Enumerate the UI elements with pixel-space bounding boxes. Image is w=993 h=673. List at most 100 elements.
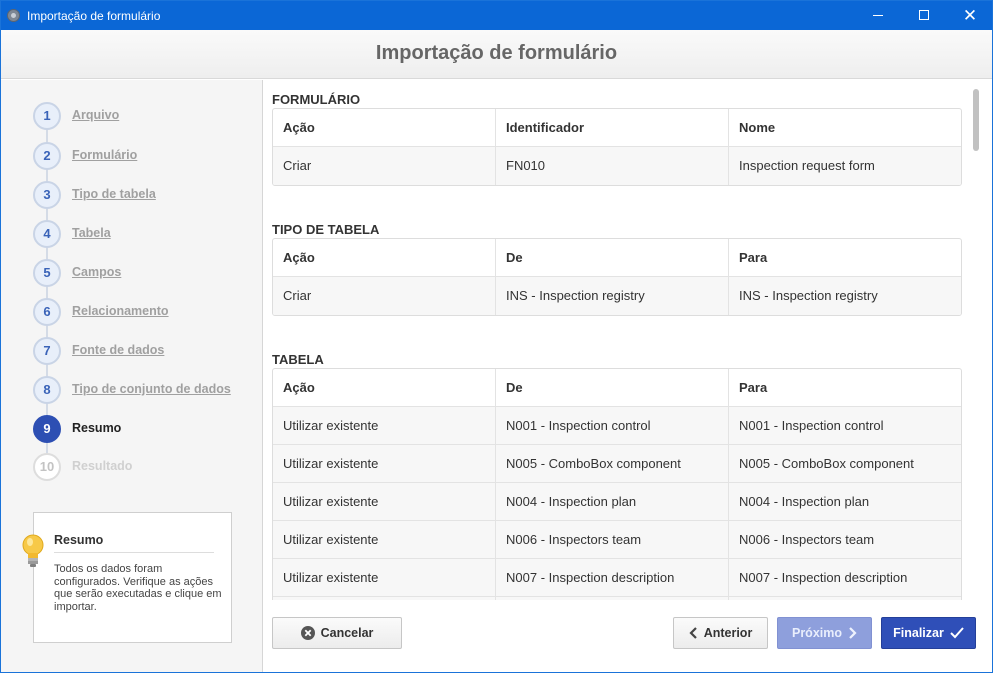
next-label: Próximo (791, 626, 842, 640)
checkmark-icon (950, 627, 964, 639)
maximize-icon (919, 10, 929, 20)
table-header-row: Ação De Para (273, 369, 961, 407)
table-cell: Inspection request form (728, 147, 961, 185)
close-button[interactable]: ✕ (947, 1, 993, 30)
column-header: Ação (283, 250, 315, 265)
step-number: 8 (33, 376, 61, 404)
table-row: Utilizar existente N006 - Inspectors tea… (273, 521, 961, 559)
step-label[interactable]: Relacionamento (72, 304, 169, 318)
cancel-icon (300, 625, 315, 640)
step-label: Resumo (72, 421, 122, 435)
table-cell: Utilizar existente (283, 494, 379, 509)
help-title: Resumo (54, 533, 104, 547)
column-header: Ação (283, 380, 315, 395)
step-number: 6 (33, 298, 61, 326)
minimize-icon (873, 15, 883, 16)
table-cell: Utilizar existente (283, 570, 379, 585)
wizard-footer: Cancelar Anterior Próximo Finalizar (264, 601, 992, 672)
table-cell: Utilizar existente (283, 456, 379, 471)
finish-label: Finalizar (893, 626, 944, 640)
table-cell: Utilizar existente (283, 532, 379, 547)
tipo-de-tabela-table: Ação De Para Criar INS - Inspection regi… (272, 238, 962, 316)
table-cell: FN010 (495, 147, 728, 185)
table-cell: N004 - Inspection plan (495, 483, 728, 521)
table-cell: Criar (283, 288, 312, 303)
column-header: Para (728, 239, 961, 277)
chevron-right-icon (849, 626, 857, 639)
table-cell: INS - Inspection registry (495, 277, 728, 315)
step-number: 1 (33, 102, 61, 130)
table-row: Utilizar existente N001 - Inspection con… (273, 407, 961, 445)
table-row: Criar INS - Inspection registry INS - In… (273, 277, 961, 315)
section-title-tipo-de-tabela: TIPO DE TABELA (272, 222, 380, 237)
maximize-button[interactable] (901, 1, 947, 30)
table-cell: N006 - Inspectors team (728, 521, 961, 559)
help-panel: Resumo Todos os dados foram configurados… (33, 512, 232, 643)
table-header-row: Ação Identificador Nome (273, 109, 961, 147)
previous-button[interactable]: Anterior (673, 617, 768, 649)
next-button: Próximo (777, 617, 872, 649)
step-number: 7 (33, 337, 61, 365)
finish-button[interactable]: Finalizar (881, 617, 976, 649)
table-cell: N007 - Inspection description (495, 559, 728, 597)
help-text: Todos os dados foram configurados. Verif… (54, 563, 222, 613)
table-cell (728, 597, 961, 600)
content-scrollbar[interactable] (973, 89, 979, 151)
import-form-window: Importação de formulário ✕ Importação de… (0, 0, 993, 673)
formulario-table: Ação Identificador Nome Criar FN010 Insp… (272, 108, 962, 186)
table-cell: N007 - Inspection description (728, 559, 961, 597)
close-icon: ✕ (962, 6, 978, 25)
column-header: De (495, 239, 728, 277)
table-cell (273, 597, 495, 600)
step-label[interactable]: Formulário (72, 148, 137, 162)
step-number: 2 (33, 142, 61, 170)
table-cell: N004 - Inspection plan (728, 483, 961, 521)
section-title-formulario: FORMULÁRIO (272, 92, 361, 107)
step-number: 10 (33, 453, 61, 481)
table-row-partial (273, 597, 961, 600)
step-label[interactable]: Arquivo (72, 108, 119, 122)
table-cell: Criar (283, 158, 312, 173)
step-label: Resultado (72, 459, 133, 473)
step-label[interactable]: Tipo de tabela (72, 187, 156, 201)
table-cell: Utilizar existente (283, 418, 379, 433)
chevron-left-icon (689, 626, 697, 639)
table-cell: INS - Inspection registry (728, 277, 961, 315)
minimize-button[interactable] (855, 1, 901, 30)
table-cell (495, 597, 728, 600)
app-icon (7, 9, 20, 22)
page-header: Importação de formulário (1, 30, 992, 79)
column-header: De (495, 369, 728, 407)
cancel-button[interactable]: Cancelar (272, 617, 402, 649)
step-number: 4 (33, 220, 61, 248)
help-divider (54, 552, 214, 553)
table-cell: N001 - Inspection control (728, 407, 961, 445)
table-cell: N006 - Inspectors team (495, 521, 728, 559)
step-label[interactable]: Campos (72, 265, 121, 279)
column-header: Identificador (495, 109, 728, 147)
section-title-tabela: TABELA (272, 352, 324, 367)
step-number: 5 (33, 259, 61, 287)
table-row: Utilizar existente N004 - Inspection pla… (273, 483, 961, 521)
table-row: Criar FN010 Inspection request form (273, 147, 961, 185)
summary-content[interactable]: FORMULÁRIO Ação Identificador Nome Criar… (264, 80, 992, 600)
table-row: Utilizar existente N007 - Inspection des… (273, 559, 961, 597)
step-label[interactable]: Fonte de dados (72, 343, 164, 357)
previous-label: Anterior (703, 626, 753, 640)
lightbulb-icon (22, 534, 44, 567)
window-title: Importação de formulário (27, 9, 161, 23)
table-cell: N005 - ComboBox component (728, 445, 961, 483)
step-number: 9 (33, 415, 61, 443)
step-label[interactable]: Tabela (72, 226, 111, 240)
tabela-table: Ação De Para Utilizar existente N001 - I… (272, 368, 962, 600)
page-title: Importação de formulário (375, 42, 618, 64)
table-cell: N001 - Inspection control (495, 407, 728, 445)
cancel-label: Cancelar (320, 626, 374, 640)
column-header: Para (728, 369, 961, 407)
table-cell: N005 - ComboBox component (495, 445, 728, 483)
step-label[interactable]: Tipo de conjunto de dados (72, 382, 231, 396)
table-row: Utilizar existente N005 - ComboBox compo… (273, 445, 961, 483)
column-header: Ação (283, 120, 315, 135)
step-number: 3 (33, 181, 61, 209)
table-header-row: Ação De Para (273, 239, 961, 277)
